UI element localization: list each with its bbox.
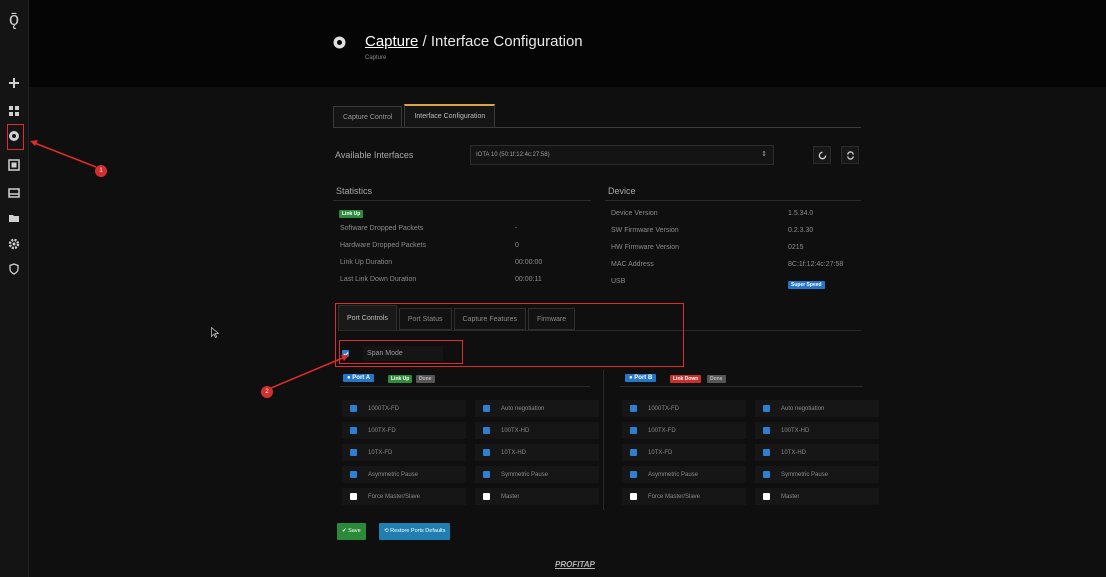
mouse-cursor-icon xyxy=(211,327,219,338)
annotation-arrows xyxy=(30,140,349,389)
